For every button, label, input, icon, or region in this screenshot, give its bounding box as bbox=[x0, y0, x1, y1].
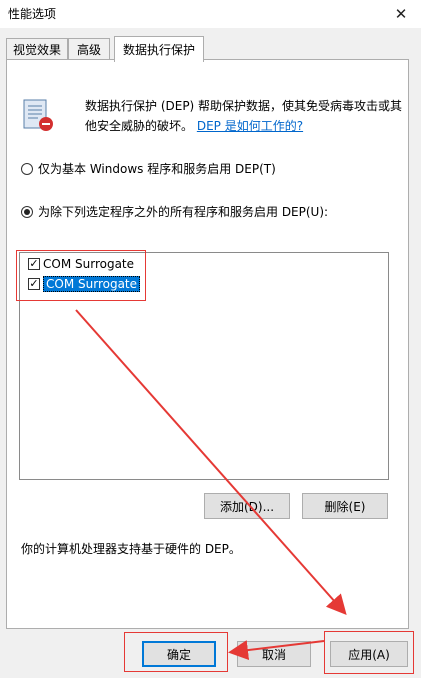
title-bar: 性能选项 ✕ bbox=[0, 0, 421, 28]
checkbox[interactable]: ✓ bbox=[28, 258, 40, 270]
ok-button[interactable]: 确定 bbox=[142, 641, 216, 667]
checkbox[interactable]: ✓ bbox=[28, 278, 40, 290]
cancel-button[interactable]: 取消 bbox=[237, 641, 311, 667]
radio-label: 为除下列选定程序之外的所有程序和服务启用 DEP(U): bbox=[38, 205, 329, 219]
list-item[interactable]: ✓ COM Surrogate bbox=[28, 255, 134, 273]
program-name: COM Surrogate bbox=[43, 257, 135, 271]
program-name: COM Surrogate bbox=[43, 276, 141, 292]
close-icon[interactable]: ✕ bbox=[381, 0, 421, 28]
dep-icon bbox=[23, 99, 53, 131]
radio-all-except-selected[interactable]: 为除下列选定程序之外的所有程序和服务启用 DEP(U): bbox=[21, 203, 328, 220]
add-button[interactable]: 添加(D)... bbox=[204, 493, 290, 519]
remove-button[interactable]: 删除(E) bbox=[302, 493, 388, 519]
tab-visual-effects[interactable]: 视觉效果 bbox=[6, 38, 68, 60]
dep-help-link[interactable]: DEP 是如何工作的? bbox=[197, 119, 303, 133]
tab-advanced[interactable]: 高级 bbox=[68, 38, 110, 60]
radio-label: 仅为基本 Windows 程序和服务启用 DEP(T) bbox=[38, 162, 276, 176]
tab-data-execution-prevention[interactable]: 数据执行保护 bbox=[114, 36, 204, 62]
radio-essential-only[interactable]: 仅为基本 Windows 程序和服务启用 DEP(T) bbox=[21, 160, 276, 177]
dep-description: 数据执行保护 (DEP) 帮助保护数据，使其免受病毒攻击或其他安全威胁的破坏。 … bbox=[85, 96, 405, 136]
window-title: 性能选项 bbox=[8, 7, 57, 21]
list-item[interactable]: ✓ COM Surrogate bbox=[28, 275, 141, 293]
dep-tab-panel: 数据执行保护 (DEP) 帮助保护数据，使其免受病毒攻击或其他安全威胁的破坏。 … bbox=[6, 59, 409, 629]
radio-button[interactable] bbox=[21, 162, 33, 175]
program-list[interactable]: ✓ COM Surrogate ✓ COM Surrogate bbox=[19, 252, 389, 480]
apply-button[interactable]: 应用(A) bbox=[330, 641, 408, 667]
hardware-dep-note: 你的计算机处理器支持基于硬件的 DEP。 bbox=[21, 542, 241, 556]
radio-button[interactable] bbox=[21, 205, 33, 218]
